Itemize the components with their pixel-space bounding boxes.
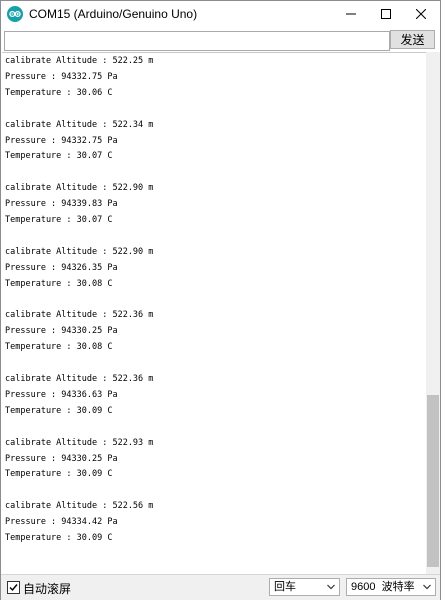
title-bar[interactable]: COM15 (Arduino/Genuino Uno) bbox=[1, 1, 440, 27]
status-bar: 自动滚屏 回车 9600 波特率 bbox=[1, 574, 440, 600]
output-line: Temperature : 30.07 C bbox=[5, 215, 113, 225]
output-line: calibrate Altitude : 522.90 m bbox=[5, 246, 154, 257]
output-line: Pressure : 94332.75 Pa bbox=[5, 135, 118, 146]
output-line: Pressure : 94326.35 Pa bbox=[5, 262, 118, 273]
close-button[interactable] bbox=[404, 1, 438, 27]
output-line: Temperature : 30.09 C bbox=[5, 533, 113, 543]
scroll-thumb[interactable] bbox=[427, 395, 439, 567]
output-line: calibrate Altitude : 522.36 m bbox=[5, 374, 154, 384]
output-line: calibrate Altitude : 522.93 m bbox=[5, 437, 154, 448]
output-line: Temperature : 30.09 C bbox=[5, 469, 113, 480]
autoscroll-label: 自动滚屏 bbox=[23, 582, 72, 596]
output-line: Pressure : 94336.63 Pa bbox=[5, 389, 118, 400]
minimize-icon bbox=[346, 13, 356, 15]
maximize-icon bbox=[381, 9, 391, 19]
line-ending-select[interactable]: 回车 bbox=[269, 578, 340, 596]
baud-rate-value: 9600 波特率 bbox=[351, 581, 415, 593]
arduino-icon bbox=[7, 6, 23, 22]
close-icon bbox=[416, 9, 426, 19]
vertical-scrollbar[interactable] bbox=[426, 52, 440, 574]
output-line: Pressure : 94334.42 Pa bbox=[5, 517, 118, 528]
output-line: Temperature : 30.08 C bbox=[5, 342, 113, 353]
output-line: Temperature : 30.08 C bbox=[5, 278, 113, 289]
send-input[interactable] bbox=[4, 31, 390, 51]
line-ending-value: 回车 bbox=[274, 581, 296, 593]
autoscroll-checkbox[interactable] bbox=[7, 581, 20, 594]
output-line: calibrate Altitude : 522.56 m bbox=[5, 501, 154, 512]
window-title: COM15 (Arduino/Genuino Uno) bbox=[29, 7, 198, 21]
check-icon bbox=[9, 584, 18, 592]
output-line: calibrate Altitude : 522.25 m bbox=[5, 56, 154, 66]
chevron-down-icon bbox=[327, 584, 335, 590]
output-line: calibrate Altitude : 522.34 m bbox=[5, 119, 154, 130]
output-line: Temperature : 30.06 C bbox=[5, 87, 113, 98]
output-line: Temperature : 30.09 C bbox=[5, 405, 113, 416]
baud-rate-select[interactable]: 9600 波特率 bbox=[346, 578, 436, 596]
output-line: Pressure : 94330.25 Pa bbox=[5, 453, 118, 464]
output-line: Pressure : 94330.25 Pa bbox=[5, 326, 118, 337]
minimize-button[interactable] bbox=[334, 1, 368, 27]
output-line: Pressure : 94339.83 Pa bbox=[5, 199, 118, 210]
send-button[interactable]: 发送 bbox=[390, 30, 435, 49]
chevron-down-icon bbox=[423, 584, 431, 590]
maximize-button[interactable] bbox=[369, 1, 403, 27]
serial-monitor-window: COM15 (Arduino/Genuino Uno) 发送 calibrate… bbox=[0, 0, 441, 600]
output-line: Temperature : 30.07 C bbox=[5, 151, 113, 162]
serial-output[interactable]: calibrate Altitude : 522.25 m Pressure : … bbox=[2, 52, 426, 575]
output-line: calibrate Altitude : 522.36 m bbox=[5, 310, 154, 321]
output-line: calibrate Altitude : 522.90 m bbox=[5, 183, 154, 194]
output-line: Pressure : 94332.75 Pa bbox=[5, 71, 118, 82]
